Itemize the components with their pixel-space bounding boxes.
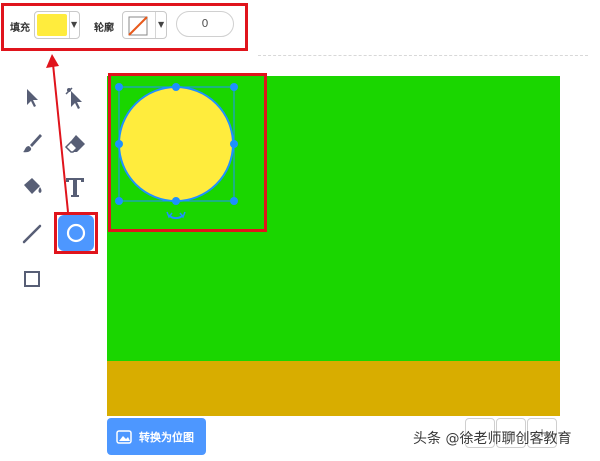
eraser-icon <box>64 135 85 153</box>
no-color-icon <box>128 16 148 36</box>
reshape-tool[interactable] <box>57 80 93 116</box>
fill-color-swatch <box>37 14 67 36</box>
eraser-tool[interactable] <box>57 125 93 161</box>
watermark-text: 头条 @徐老师聊创客教育 <box>413 431 572 447</box>
rectangle-tool[interactable] <box>14 261 50 297</box>
chevron-down-icon: ▼ <box>158 20 165 29</box>
image-icon <box>116 429 132 444</box>
ground-strip <box>107 361 560 416</box>
select-tool[interactable] <box>14 80 50 116</box>
stroke-width-input[interactable]: 0 <box>176 11 234 37</box>
convert-label: 转换为位图 <box>139 430 194 444</box>
canvas-highlight-box <box>108 73 267 232</box>
toolbar-divider <box>258 55 588 56</box>
line-icon <box>22 224 42 244</box>
brush-tool[interactable] <box>14 125 50 161</box>
bucket-icon <box>24 178 42 194</box>
stroke-label: 轮廓 <box>94 23 114 34</box>
fill-tool[interactable] <box>14 169 50 205</box>
circle-tool-highlight <box>54 212 98 254</box>
brush-icon <box>23 134 42 153</box>
fill-label: 填充 <box>10 23 30 34</box>
convert-to-bitmap-button[interactable]: 转换为位图 <box>107 418 206 455</box>
reshape-icon <box>65 87 82 109</box>
text-tool[interactable] <box>57 169 93 205</box>
line-tool[interactable] <box>14 216 50 252</box>
square-icon <box>24 271 40 287</box>
fill-color-picker[interactable]: ▼ <box>34 11 80 39</box>
text-icon <box>66 178 84 197</box>
arrow-icon <box>27 89 38 107</box>
stroke-color-picker[interactable]: ▼ <box>122 11 167 39</box>
chevron-down-icon: ▼ <box>71 20 78 29</box>
